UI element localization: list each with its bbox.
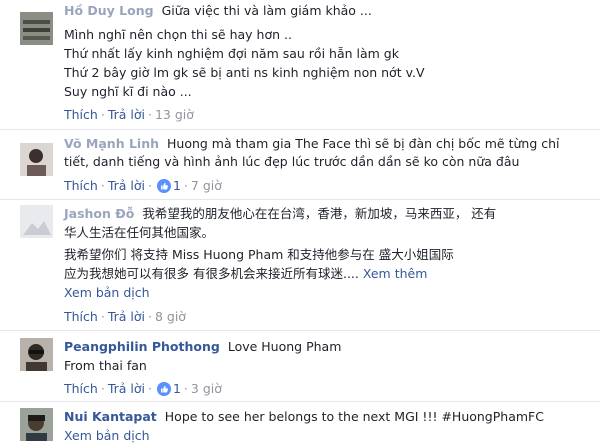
thumbs-up-icon[interactable]	[156, 179, 171, 193]
comment-text-line: Suy nghĩ kĩ đi nào ...	[64, 84, 192, 99]
comment-author[interactable]: Peangphilin Phothong	[64, 339, 220, 354]
avatar[interactable]	[20, 143, 53, 176]
comment-text: 我希望我的朋友他心在在台湾，香港，新加坡，马来西亚， 还有	[142, 206, 497, 221]
like-link[interactable]: Thích	[64, 309, 98, 324]
avatar[interactable]	[20, 205, 53, 238]
comment-actions: Thích · Trả lời · 1 · 7 giờ	[64, 178, 222, 193]
reply-link[interactable]: Trả lời	[108, 107, 145, 122]
see-translation-link[interactable]: Xem bản dịch	[64, 427, 150, 445]
comment-text-line: tiết, danh tiếng và hình ảnh lúc đẹp lúc…	[64, 154, 520, 169]
comment-text: 应为我想她可以有很多 有很多机会来接近所有球迷....	[64, 266, 359, 281]
divider	[0, 129, 600, 130]
avatar[interactable]	[20, 12, 53, 45]
comment-first-line: Jashon Đỗ 我希望我的朋友他心在在台湾，香港，新加坡，马来西亚， 还有	[64, 205, 496, 223]
comment-text-line: 应为我想她可以有很多 有很多机会来接近所有球迷.... Xem thêm	[64, 265, 427, 283]
divider	[0, 199, 600, 200]
like-link[interactable]: Thích	[64, 381, 98, 396]
comment-text-line: Mình nghĩ nên chọn thi sẽ hay hơn ..	[64, 27, 292, 42]
comment-time[interactable]: 3 giờ	[191, 381, 222, 396]
like-count[interactable]: 1	[173, 381, 181, 396]
reply-link[interactable]: Trả lời	[108, 381, 145, 396]
comment-author[interactable]: Võ Mạnh Linh	[64, 136, 159, 151]
comment-text-line: From thai fan	[64, 358, 147, 373]
comment-text-line: 华人生活在任何其他国家。	[64, 225, 215, 240]
avatar[interactable]	[20, 338, 53, 371]
comment-text: Huong mà tham gia The Face thì sẽ bị đàn…	[167, 136, 560, 151]
comment-time[interactable]: 13 giờ	[155, 107, 194, 122]
comment-actions: Thích · Trả lời · 13 giờ	[64, 107, 194, 122]
see-translation-link[interactable]: Xem bản dịch	[64, 284, 150, 302]
comment-text: Hope to see her belongs to the next MGI …	[164, 409, 544, 424]
comment-first-line: Võ Mạnh Linh Huong mà tham gia The Face …	[64, 135, 560, 153]
like-link[interactable]: Thích	[64, 178, 98, 193]
divider	[0, 401, 600, 402]
comment-text: Love Huong Pham	[227, 339, 342, 354]
comment-first-line: Peangphilin Phothong Love Huong Pham	[64, 338, 341, 356]
comment-text-line: Thứ 2 bây giờ lm gk sẽ bị anti ns kinh n…	[64, 65, 425, 80]
comment-actions: Thích · Trả lời · 1 · 3 giờ	[64, 381, 222, 396]
comment-text: Giữa việc thi và làm giám khảo ...	[161, 3, 372, 18]
comment-text-line: 我希望你们 将支持 Miss Huong Pham 和支持他参与在 盛大小姐国际	[64, 247, 454, 262]
reply-link[interactable]: Trả lời	[108, 309, 145, 324]
like-link[interactable]: Thích	[64, 107, 98, 122]
comment-first-line: Nui Kantapat Hope to see her belongs to …	[64, 408, 544, 426]
avatar[interactable]	[20, 408, 53, 441]
comment-text-line: Thứ nhất lấy kinh nghiệm đợi năm sau rồi…	[64, 46, 399, 61]
comment-first-line: Hồ Duy Long Giữa việc thi và làm giám kh…	[64, 2, 372, 20]
comment-author[interactable]: Jashon Đỗ	[64, 206, 134, 221]
comment-actions: Thích · Trả lời · 8 giờ	[64, 309, 186, 324]
reply-link[interactable]: Trả lời	[108, 178, 145, 193]
comment-time[interactable]: 8 giờ	[155, 309, 186, 324]
see-more-link[interactable]: Xem thêm	[363, 266, 428, 281]
like-count[interactable]: 1	[173, 178, 181, 193]
comment-author[interactable]: Nui Kantapat	[64, 409, 157, 424]
comment-author[interactable]: Hồ Duy Long	[64, 3, 154, 18]
thumbs-up-icon[interactable]	[156, 382, 171, 396]
comment-time[interactable]: 7 giờ	[191, 178, 222, 193]
divider	[0, 330, 600, 331]
